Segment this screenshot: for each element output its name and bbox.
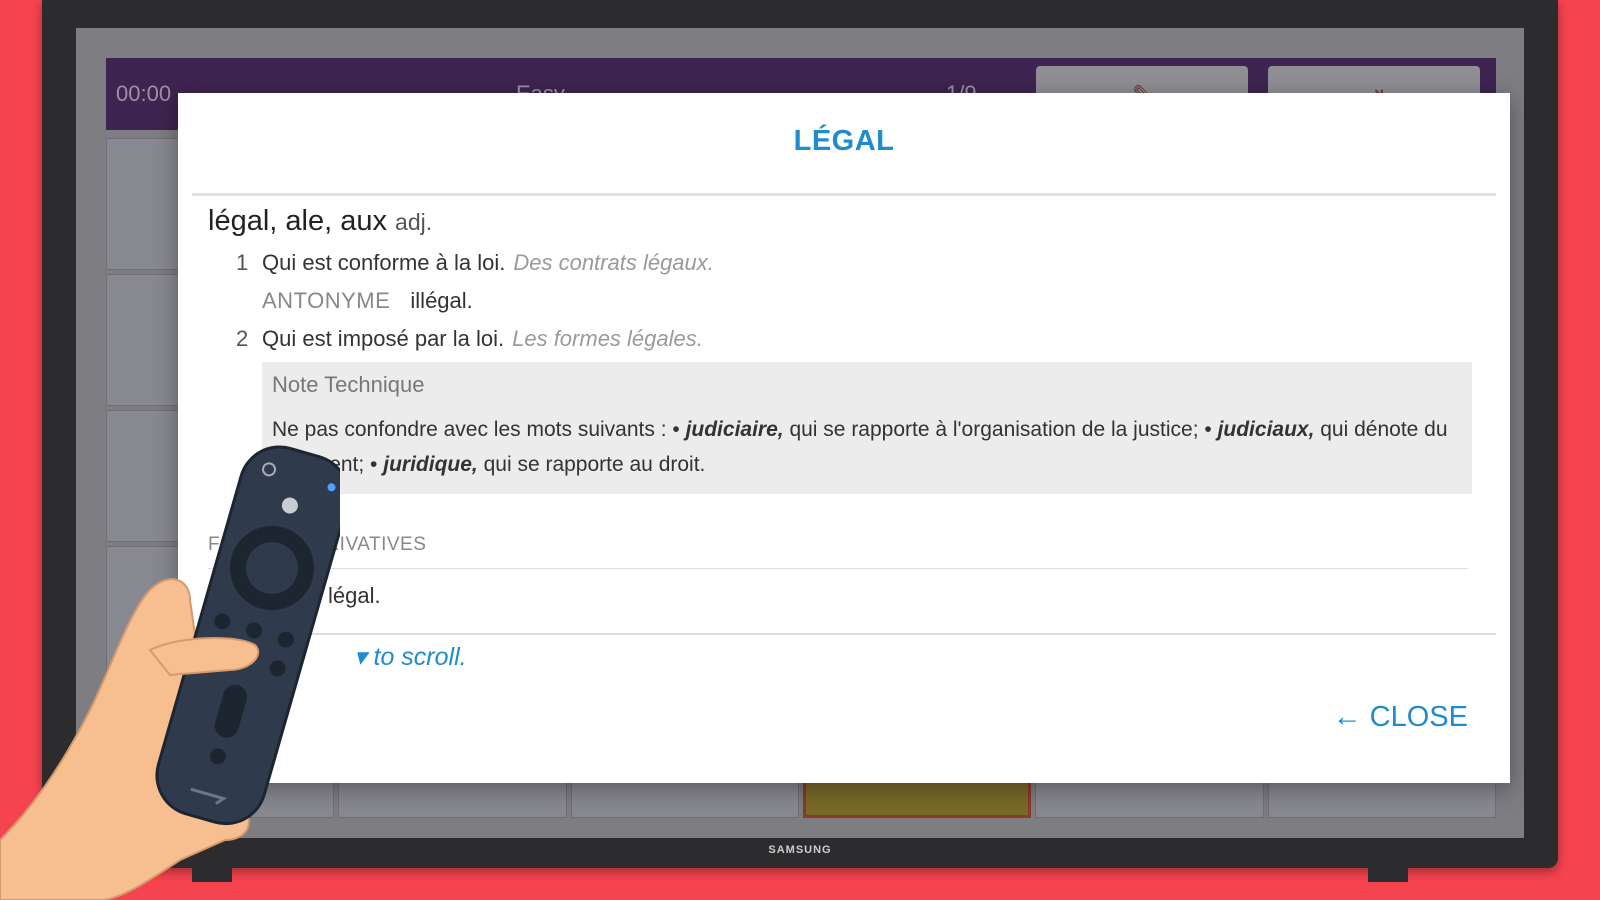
antonym-value: illégal. — [410, 288, 473, 313]
sense-text: Qui est imposé par la loi. — [262, 326, 505, 351]
arrow-left-icon: ← — [1332, 701, 1362, 733]
sense-number: 2 — [236, 326, 249, 351]
dictionary-modal: LÉGAL légal, ale, aux adj. 1 Qui est con… — [178, 93, 1510, 783]
note-title: Note Technique — [272, 372, 425, 397]
definition-body[interactable]: légal, ale, aux adj. 1 Qui est conforme … — [208, 205, 1486, 631]
note-word: judiciaire, — [685, 418, 784, 441]
sense-1: 1 Qui est conforme à la loi. Des contrat… — [208, 250, 1486, 276]
modal-footer-divider — [192, 633, 1496, 635]
sense-2: 2 Qui est imposé par la loi. Les formes … — [208, 326, 1486, 352]
headword: légal, ale, aux adj. — [208, 205, 1486, 238]
modal-divider — [192, 193, 1496, 196]
tv-leg-right — [1368, 860, 1408, 882]
close-label: CLOSE — [1369, 701, 1468, 733]
sense-example: Des contrats légaux. — [513, 250, 714, 275]
antonym: ANTONYME illégal. — [208, 288, 1486, 314]
hand-with-remote — [0, 445, 340, 900]
note-word: juridique, — [383, 453, 478, 476]
arrow-down-icon: ▾ — [354, 643, 367, 671]
section-item: légal. — [328, 583, 381, 608]
scroll-hint: ▾ to scroll. — [354, 642, 467, 672]
note-gloss: qui se rapporte à l'organisation de la j… — [783, 418, 1218, 441]
note-word: judiciaux, — [1217, 418, 1315, 441]
part-of-speech: adj. — [395, 209, 433, 235]
antonym-label: ANTONYME — [262, 288, 391, 313]
sense-text: Qui est conforme à la loi. — [262, 250, 506, 275]
note-gloss: qui se rapporte au droit. — [477, 453, 706, 476]
headword-text: légal, ale, aux — [208, 205, 387, 237]
section-divider — [208, 568, 1468, 569]
note-text: Ne pas confondre avec les mots suivants … — [272, 412, 1462, 482]
technical-note: Note Technique Ne pas confondre avec les… — [262, 362, 1472, 494]
section-title: FORMES DÉRIVATIVES — [208, 534, 427, 555]
modal-title: LÉGAL — [793, 125, 895, 157]
sense-number: 1 — [236, 250, 249, 275]
close-button[interactable]: ← CLOSE — [1333, 701, 1468, 734]
scroll-hint-text: to scroll. — [373, 643, 467, 671]
sense-example: Les formes légales. — [512, 326, 703, 351]
